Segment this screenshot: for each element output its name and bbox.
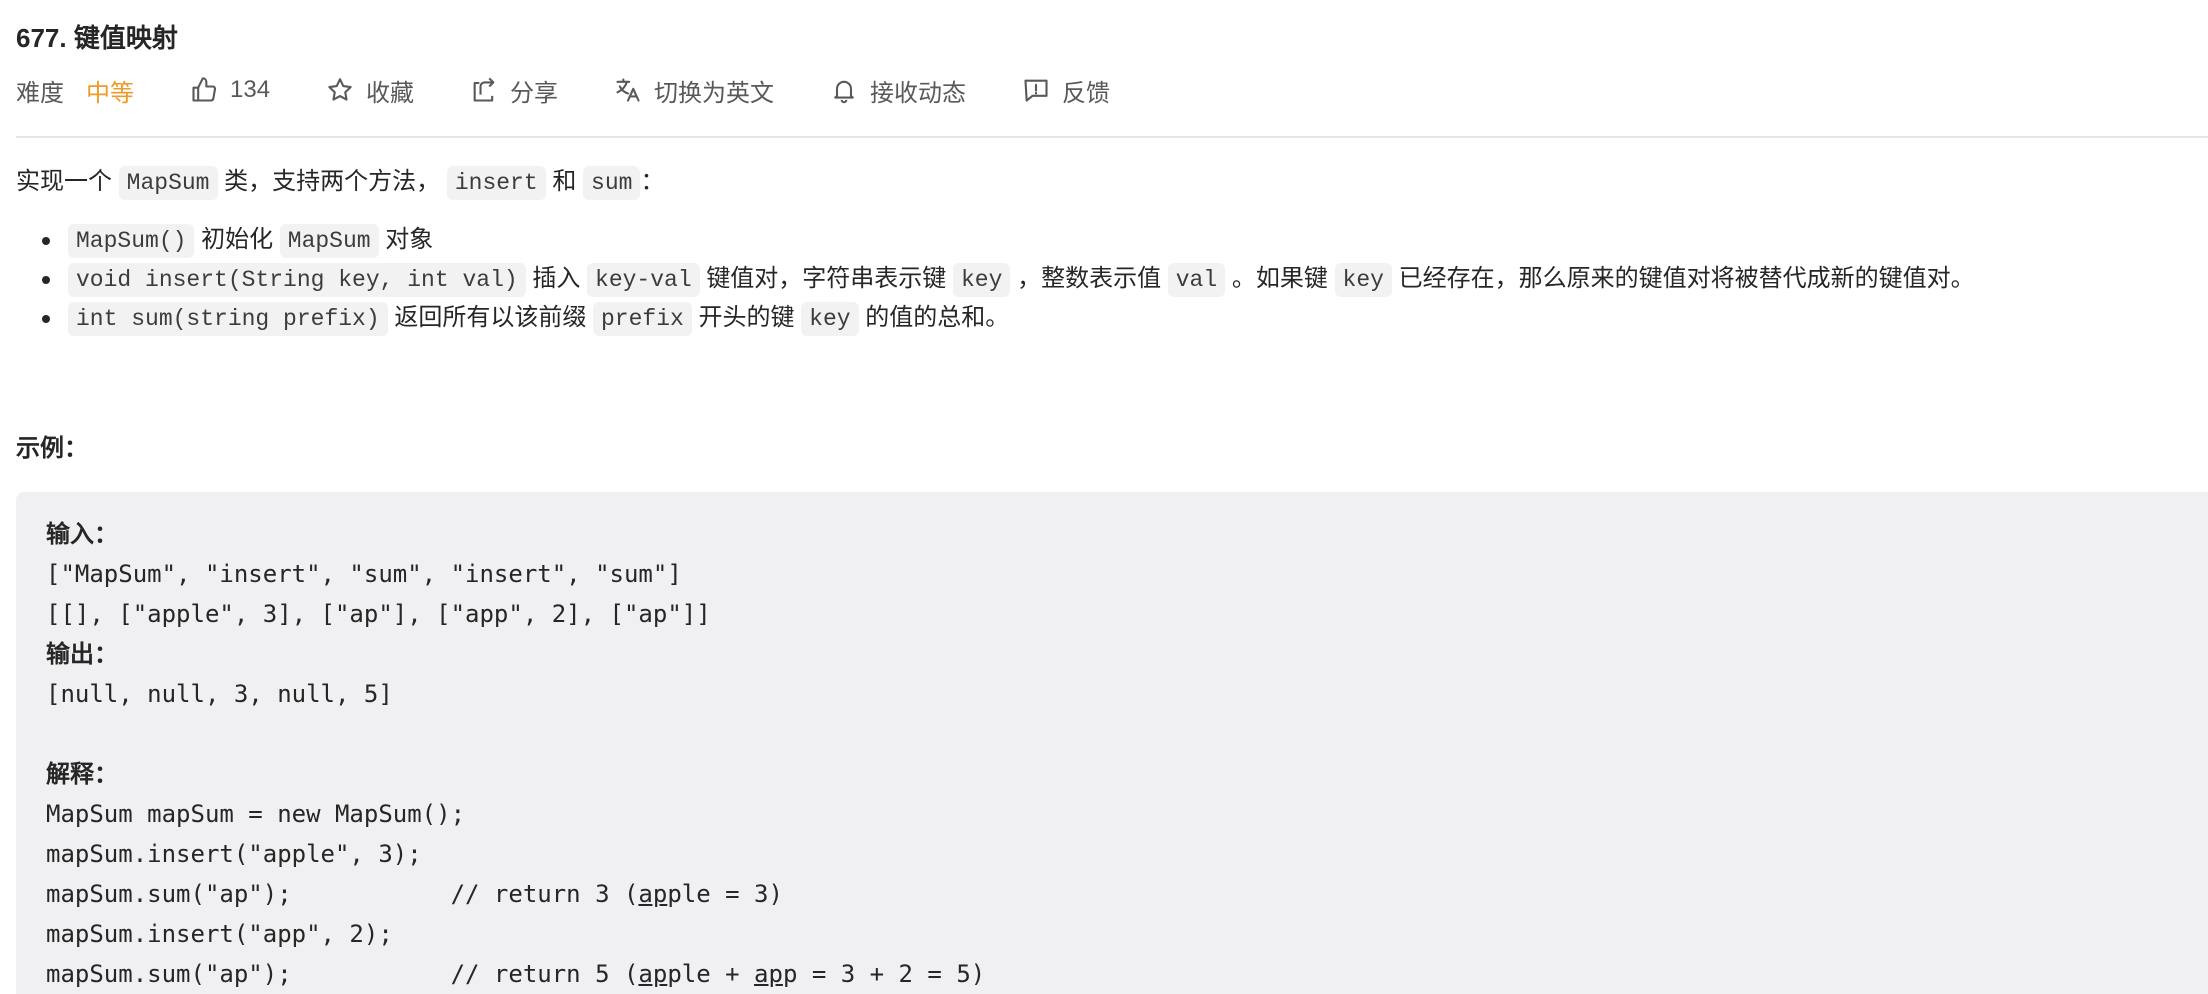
intro-text: 和 xyxy=(552,168,577,195)
intro-text: 类，支持两个方法， xyxy=(224,168,441,195)
method-text: 对象 xyxy=(385,226,434,253)
method-text: 开头的键 xyxy=(698,304,795,331)
method-text: 。如果键 xyxy=(1231,265,1328,292)
share-icon xyxy=(473,77,495,102)
method-text: ，整数表示值 xyxy=(1017,265,1162,292)
input-line: [[], ["apple", 3], ["ap"], ["app", 2], [… xyxy=(46,600,711,628)
difficulty-label: 难度 xyxy=(16,79,64,107)
underlined-prefix: ap xyxy=(638,880,668,908)
underlined-prefix: ap xyxy=(754,960,783,988)
feedback-icon xyxy=(1024,79,1048,102)
difficulty: 难度 中等 xyxy=(16,73,134,108)
problem-title: 677. 键值映射 xyxy=(16,23,178,53)
problem-description: 实现一个 MapSum 类，支持两个方法， insert 和 sum： MapS… xyxy=(16,162,2208,338)
explain-line: mapSum.sum("ap"); // return 5 (apple + a… xyxy=(46,954,2178,994)
inline-code: MapSum() xyxy=(68,224,195,258)
method-list: MapSum() 初始化 MapSum 对象 void insert(Strin… xyxy=(16,221,2208,338)
intro-paragraph: 实现一个 MapSum 类，支持两个方法， insert 和 sum： xyxy=(16,162,2208,203)
favorite-button[interactable]: 收藏 xyxy=(326,73,414,108)
explain-line: mapSum.insert("apple", 3); xyxy=(46,840,422,868)
method-text: 的值的总和。 xyxy=(865,304,1010,331)
example-code-block: 输入： ["MapSum", "insert", "sum", "insert"… xyxy=(16,492,2208,994)
underlined-prefix: ap xyxy=(638,960,668,988)
like-button[interactable]: 134 xyxy=(190,76,270,104)
method-text: 插入 xyxy=(532,265,581,292)
method-text: 已经存在，那么原来的键值对将被替代成新的键值对。 xyxy=(1398,265,1975,292)
inline-code: int sum(string prefix) xyxy=(68,302,388,336)
method-item: int sum(string prefix) 返回所有以该前缀 prefix 开… xyxy=(42,299,2208,338)
share-label: 分享 xyxy=(510,79,559,107)
method-text: 键值对，字符串表示键 xyxy=(706,265,947,292)
output-line: [null, null, 3, null, 5] xyxy=(46,680,393,708)
output-label: 输出： xyxy=(46,640,118,668)
method-text: 返回所有以该前缀 xyxy=(394,304,587,331)
feedback-label: 反馈 xyxy=(1062,79,1111,107)
input-label: 输入： xyxy=(46,520,118,548)
inline-code: void insert(String key, int val) xyxy=(68,263,526,297)
code-text: ple = 3) xyxy=(667,880,783,908)
code-text: = 3 + 2 = 5) xyxy=(797,960,986,988)
inline-code: key xyxy=(801,302,859,336)
inline-code: MapSum xyxy=(118,166,218,200)
intro-text: 实现一个 xyxy=(16,168,112,195)
method-item: MapSum() 初始化 MapSum 对象 xyxy=(42,221,2208,260)
explain-line: MapSum mapSum = new MapSum(); xyxy=(46,800,466,828)
problem-toolbar: 难度 中等 134 收藏 分享 切换为英文 接收动态 反馈 xyxy=(16,70,1166,110)
explain-label: 解释： xyxy=(46,760,118,788)
code-text: p xyxy=(782,960,798,988)
difficulty-badge: 中等 xyxy=(86,79,134,107)
inline-code: val xyxy=(1167,263,1226,297)
inline-code: sum xyxy=(583,166,641,200)
explain-line: mapSum.insert("app", 2); xyxy=(46,920,393,948)
thumbs-up-icon xyxy=(192,77,217,102)
inline-code: prefix xyxy=(593,302,692,336)
code-text: mapSum.sum("ap"); // return 5 ( xyxy=(46,960,639,988)
example-heading: 示例： xyxy=(16,435,88,462)
favorite-label: 收藏 xyxy=(366,79,415,107)
method-item: void insert(String key, int val) 插入 key-… xyxy=(42,260,2208,299)
translate-icon xyxy=(616,78,640,102)
inline-code: key xyxy=(952,263,1011,297)
code-text: mapSum.sum("ap"); // return 3 ( xyxy=(46,880,639,908)
header-divider xyxy=(16,136,2208,138)
explain-line: mapSum.sum("ap"); // return 3 (apple = 3… xyxy=(46,874,2178,914)
input-line: ["MapSum", "insert", "sum", "insert", "s… xyxy=(46,560,682,588)
method-text: 初始化 xyxy=(201,226,274,253)
subscribe-label: 接收动态 xyxy=(870,79,967,107)
share-button[interactable]: 分享 xyxy=(470,73,558,108)
intro-text: ： xyxy=(640,168,665,195)
subscribe-button[interactable]: 接收动态 xyxy=(830,73,966,108)
bell-icon xyxy=(834,80,854,104)
switch-language-label: 切换为英文 xyxy=(654,79,775,107)
star-icon xyxy=(328,78,352,101)
inline-code: MapSum xyxy=(279,224,379,258)
code-text: ple + xyxy=(667,960,755,988)
inline-code: insert xyxy=(446,166,546,200)
problem-page: 677. 键值映射 难度 中等 134 收藏 分享 切换为英文 接收动态 反馈 … xyxy=(0,0,2208,994)
inline-code: key xyxy=(1334,263,1392,297)
inline-code: key-val xyxy=(587,263,700,297)
feedback-button[interactable]: 反馈 xyxy=(1022,73,1110,108)
like-count: 134 xyxy=(230,76,271,103)
switch-language-button[interactable]: 切换为英文 xyxy=(614,73,774,108)
